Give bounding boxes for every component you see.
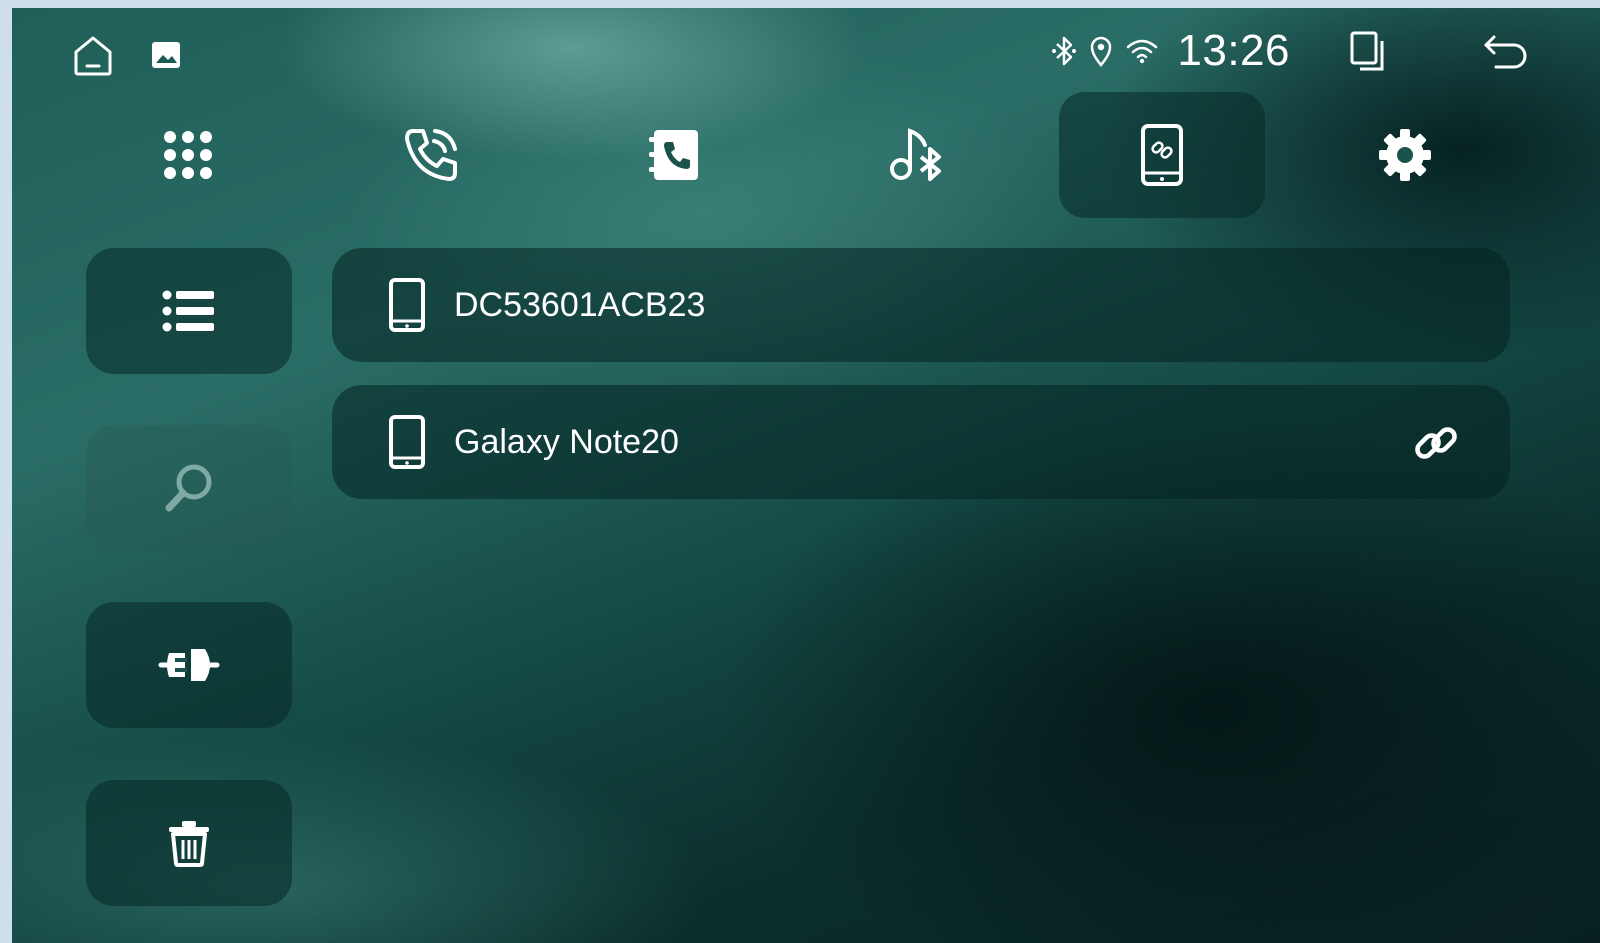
bluetooth-icon	[1051, 34, 1077, 68]
home-icon[interactable]	[70, 32, 116, 78]
tab-call-log[interactable]	[328, 92, 534, 218]
bluetooth-music-icon	[887, 125, 947, 185]
tab-settings[interactable]	[1302, 92, 1508, 218]
device-name: DC53601ACB23	[454, 285, 706, 324]
phone-link-icon	[1139, 123, 1185, 187]
tab-contacts[interactable]	[571, 92, 777, 218]
tab-dialpad[interactable]	[85, 92, 291, 218]
back-icon[interactable]	[1482, 31, 1530, 71]
settings-icon	[1377, 127, 1433, 183]
wifi-icon	[1125, 36, 1159, 66]
clock: 13:26	[1177, 26, 1290, 75]
dialpad-icon	[160, 127, 216, 183]
device-row[interactable]: DC53601ACB23	[332, 248, 1510, 362]
tab-bluetooth-music[interactable]	[814, 92, 1020, 218]
status-bar-left	[70, 32, 182, 78]
status-bar-right: 13:26	[1051, 26, 1530, 76]
device-row[interactable]: Galaxy Note20	[332, 385, 1510, 499]
delete-button[interactable]	[86, 780, 292, 906]
device-name: Galaxy Note20	[454, 422, 679, 461]
search-device-button[interactable]	[86, 425, 292, 551]
link-icon	[1410, 417, 1462, 469]
phone-icon	[388, 277, 426, 333]
location-icon	[1089, 34, 1113, 68]
phone-icon	[388, 414, 426, 470]
contacts-icon	[646, 127, 702, 183]
delete-icon	[167, 819, 211, 867]
call-log-icon	[401, 125, 461, 185]
recents-icon[interactable]	[1348, 29, 1388, 73]
connect-icon	[157, 646, 221, 684]
gallery-icon	[150, 40, 182, 70]
connect-button[interactable]	[86, 602, 292, 728]
tab-phone-link[interactable]	[1059, 92, 1265, 218]
device-list-button[interactable]	[86, 248, 292, 374]
search-icon	[163, 462, 215, 514]
tab-bar	[12, 86, 1600, 218]
phone-app-screen: 13:26 DC53601ACB23 Galaxy Note20	[12, 8, 1600, 943]
list-icon	[162, 290, 216, 332]
